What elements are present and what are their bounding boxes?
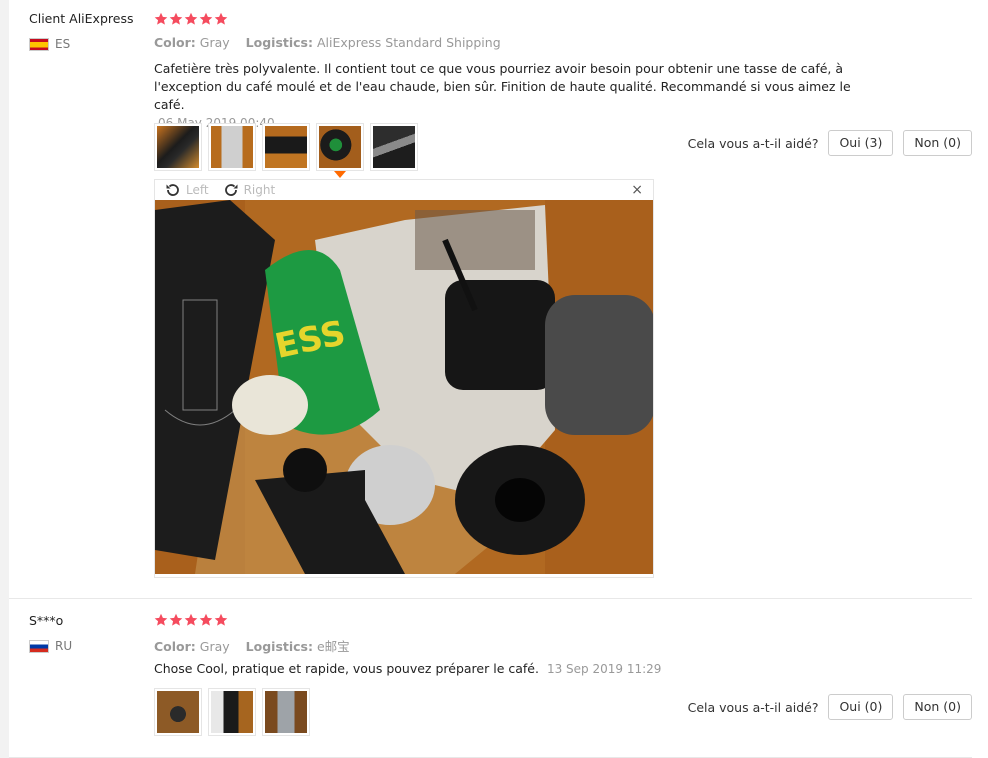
star-icon [184, 12, 198, 25]
star-icon [169, 613, 183, 626]
star-icon [214, 613, 228, 626]
color-label: Color: [154, 639, 196, 654]
order-info: Color: Gray Logistics: e邮宝 [154, 636, 362, 655]
review-item: S***o RU Color: Gray Logistics: e邮宝 Chos… [9, 599, 972, 758]
image-viewer-toolbar: Left Right × [155, 180, 653, 200]
product-photo: ESS [155, 200, 653, 574]
rotate-right-label: Right [243, 183, 276, 197]
helpful-vote: Cela vous a-t-il aidé? Oui (0) Non (0) [688, 694, 972, 720]
selected-indicator-icon [334, 171, 346, 178]
review-thumbnail[interactable] [262, 123, 310, 171]
logistics-label: Logistics: [245, 639, 313, 654]
rotate-right-icon [224, 184, 238, 196]
reviewer-name: Client AliExpress [29, 11, 134, 26]
country-code: ES [55, 37, 71, 51]
rotate-left-icon [166, 184, 179, 196]
review-thumbnail[interactable] [208, 688, 256, 736]
star-rating [154, 12, 228, 26]
review-text: Chose Cool, pratique et rapide, vous pou… [154, 661, 539, 676]
star-icon [169, 12, 183, 25]
star-rating [154, 613, 228, 627]
helpful-no-button[interactable]: Non (0) [903, 130, 972, 156]
helpful-yes-button[interactable]: Oui (0) [828, 694, 894, 720]
review-thumbnail[interactable] [370, 123, 418, 171]
review-photo-large: ESS [155, 200, 653, 574]
russia-flag-icon [29, 639, 49, 653]
review-thumbnail[interactable] [208, 123, 256, 171]
rotate-left-button[interactable]: Left [165, 182, 209, 198]
reviewer-country: RU [29, 639, 72, 653]
spain-flag-icon [29, 37, 49, 51]
review-text-block: Cafetière très polyvalente. Il contient … [154, 60, 874, 132]
review-thumbnail[interactable] [154, 688, 202, 736]
review-item: Client AliExpress ES Color: Gray Logisti… [9, 0, 972, 599]
order-info: Color: Gray Logistics: AliExpress Standa… [154, 35, 513, 50]
review-text: Cafetière très polyvalente. Il contient … [154, 61, 851, 112]
star-icon [154, 12, 168, 25]
helpful-question: Cela vous a-t-il aidé? [687, 699, 819, 715]
review-thumbnails [154, 123, 418, 178]
color-value: Gray [199, 35, 230, 50]
logistics-value: AliExpress Standard Shipping [316, 35, 501, 50]
review-thumbnail[interactable] [154, 123, 202, 171]
reviewer-country: ES [29, 37, 70, 51]
rotate-left-label: Left [186, 183, 209, 197]
helpful-vote: Cela vous a-t-il aidé? Oui (3) Non (0) [688, 130, 972, 156]
color-label: Color: [154, 35, 196, 50]
helpful-yes-button[interactable]: Oui (3) [828, 130, 894, 156]
logistics-label: Logistics: [245, 35, 313, 50]
close-viewer-button[interactable]: × [631, 182, 643, 198]
review-thumbnail-selected[interactable] [316, 123, 364, 178]
country-code: RU [55, 639, 73, 653]
reviewer-name: S***o [29, 613, 64, 628]
logistics-value: e邮宝 [316, 639, 350, 654]
color-value: Gray [199, 639, 230, 654]
review-date: 13 Sep 2019 11:29 [546, 662, 662, 676]
reviews-page: Client AliExpress ES Color: Gray Logisti… [0, 0, 988, 758]
star-icon [214, 12, 228, 25]
review-text-block: Chose Cool, pratique et rapide, vous pou… [154, 660, 874, 678]
image-viewer: Left Right × ESS [154, 179, 654, 578]
helpful-question: Cela vous a-t-il aidé? [687, 135, 819, 151]
review-thumbnails [154, 688, 310, 736]
star-icon [199, 613, 213, 626]
rotate-right-button[interactable]: Right [223, 182, 276, 198]
star-icon [184, 613, 198, 626]
helpful-no-button[interactable]: Non (0) [903, 694, 972, 720]
star-icon [154, 613, 168, 626]
star-icon [199, 12, 213, 25]
review-thumbnail[interactable] [262, 688, 310, 736]
